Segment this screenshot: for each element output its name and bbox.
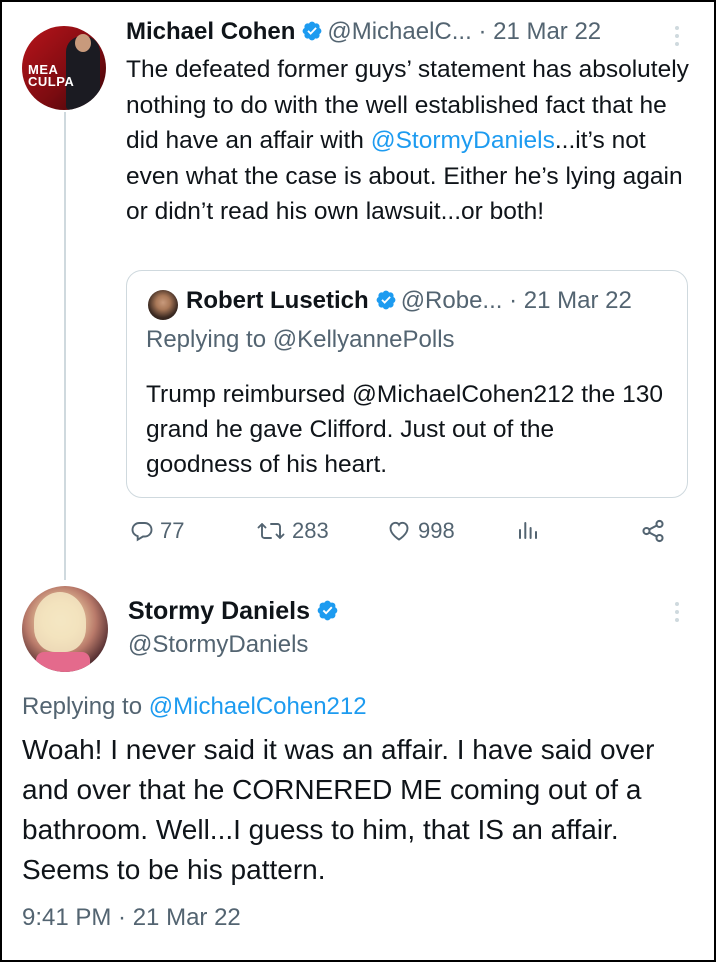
avatar-hair — [34, 592, 86, 652]
more-options-icon[interactable] — [674, 602, 680, 624]
reply-button[interactable]: 77 — [130, 518, 184, 544]
retweet-icon — [257, 523, 285, 539]
verified-badge-icon — [376, 290, 396, 310]
michael-cohen-avatar[interactable]: MEA CULPA — [22, 26, 106, 110]
stormy-daniels-avatar[interactable] — [22, 586, 108, 672]
reply-tweet-text: Woah! I never said it was an affair. I h… — [22, 734, 655, 885]
replying-label: Replying to — [22, 693, 149, 720]
replying-handle-link[interactable]: @MichaelCohen212 — [149, 693, 367, 720]
main-tweet-header: Michael Cohen @MichaelC... · 21 Mar 22 — [126, 18, 601, 46]
share-icon — [642, 519, 664, 543]
reply-icon — [131, 522, 153, 542]
avatar-book-title: MEA CULPA — [28, 62, 75, 89]
robert-lusetich-avatar — [148, 290, 178, 320]
like-button[interactable]: 998 — [386, 518, 455, 544]
more-options-icon[interactable] — [674, 26, 680, 48]
quoted-tweet-date: · 21 Mar 22 — [509, 287, 632, 314]
share-button[interactable] — [640, 518, 666, 544]
mention-link[interactable]: @StormyDaniels — [371, 127, 555, 154]
main-tweet-date[interactable]: · 21 Mar 22 — [478, 18, 601, 45]
thread-connector-line — [64, 112, 66, 580]
tweet-action-bar: 77 283 998 — [0, 518, 716, 554]
analytics-button[interactable] — [516, 518, 540, 542]
analytics-icon — [519, 522, 537, 539]
quoted-replying-to: Replying to @KellyannePolls — [146, 326, 455, 353]
reply-author-name-row: Stormy Daniels — [128, 597, 343, 626]
quoted-author-handle: @Robe... — [400, 287, 503, 314]
retweet-button[interactable]: 283 — [256, 518, 329, 544]
reply-timestamp[interactable]: 9:41 PM · 21 Mar 22 — [22, 904, 241, 932]
main-tweet-text: The defeated former guys’ statement has … — [126, 52, 696, 230]
quoted-tweet-header: Robert Lusetich @Robe... · 21 Mar 22 — [186, 287, 632, 315]
like-icon — [389, 521, 409, 541]
reply-replying-to: Replying to @MichaelCohen212 — [22, 693, 367, 721]
quoted-author-name: Robert Lusetich — [186, 287, 369, 314]
reply-count: 77 — [160, 518, 185, 543]
reply-author-handle[interactable]: @StormyDaniels — [128, 631, 308, 659]
like-count: 998 — [418, 518, 455, 543]
avatar-clothing — [36, 652, 90, 672]
verified-badge-icon — [302, 21, 322, 41]
quoted-tweet-text: Trump reimbursed @MichaelCohen212 the 13… — [146, 381, 663, 478]
verified-badge-icon — [317, 600, 338, 621]
retweet-count: 283 — [292, 518, 329, 543]
main-author-handle[interactable]: @MichaelC... — [327, 18, 471, 45]
reply-author-name[interactable]: Stormy Daniels — [128, 597, 310, 625]
main-author-name[interactable]: Michael Cohen — [126, 18, 295, 45]
